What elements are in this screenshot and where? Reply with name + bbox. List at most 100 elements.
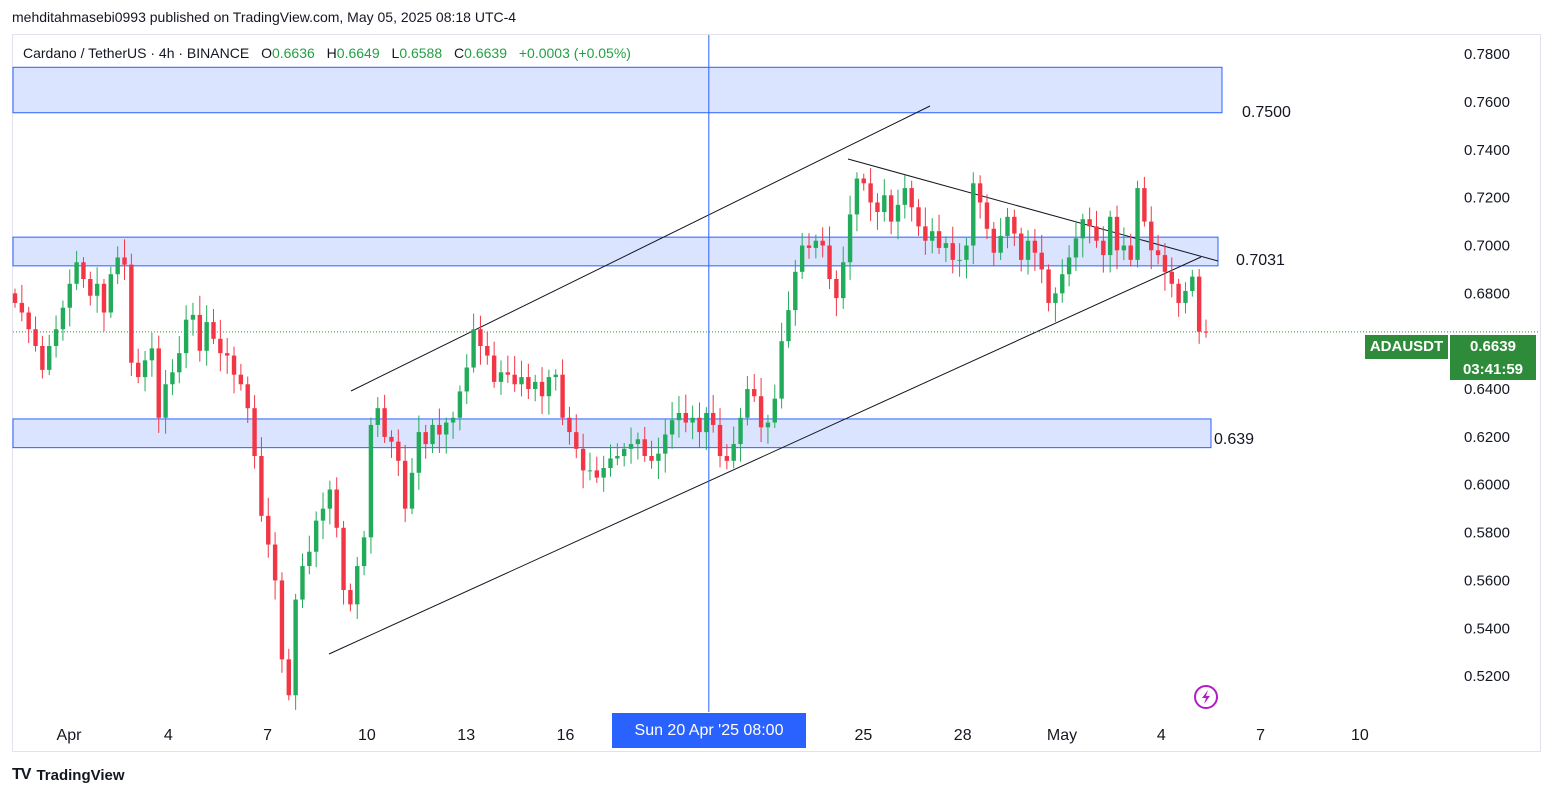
- candle: [854, 172, 860, 232]
- tradingview-logo-icon: TV: [12, 766, 31, 783]
- candle: [88, 271, 93, 306]
- candle: [211, 308, 216, 344]
- candle-body: [752, 389, 757, 397]
- candle: [300, 553, 305, 609]
- candle-body: [697, 417, 702, 433]
- candle-body: [47, 345, 52, 370]
- candle: [533, 374, 538, 402]
- candle: [1053, 287, 1058, 322]
- candle-body: [813, 240, 819, 248]
- bar-countdown: 03:41:59: [1462, 361, 1524, 378]
- candle-body: [1190, 276, 1195, 291]
- candle: [266, 497, 271, 558]
- candle-body: [1114, 216, 1120, 251]
- candle-body: [888, 195, 894, 222]
- change-value: +0.0003 (+0.05%): [518, 45, 631, 61]
- candle-body: [142, 360, 148, 378]
- candle-body: [382, 408, 387, 437]
- candle-body: [649, 456, 654, 461]
- candle: [224, 337, 230, 374]
- candle-body: [772, 398, 777, 423]
- level-label-upper: 0.7500: [1242, 104, 1291, 121]
- candle: [341, 520, 346, 605]
- candle: [498, 360, 504, 395]
- candle-body: [642, 439, 647, 457]
- candle: [355, 556, 360, 619]
- candle: [293, 593, 298, 710]
- price-tick-label: 0.7800: [1464, 46, 1510, 63]
- candle-body: [444, 422, 449, 435]
- candle-body: [136, 362, 141, 378]
- candle: [368, 417, 374, 554]
- candle-body: [786, 310, 791, 342]
- candle-body: [204, 322, 209, 351]
- candle-body: [197, 314, 203, 351]
- candle: [505, 355, 511, 383]
- candle-body: [485, 345, 490, 356]
- candle-body: [533, 381, 538, 390]
- last-price-value: 0.6639: [1470, 338, 1516, 355]
- candle-body: [94, 283, 100, 296]
- candle: [861, 173, 866, 191]
- symbol-title: Cardano / TetherUS · 4h · BINANCE: [23, 45, 250, 61]
- candle-body: [252, 408, 257, 457]
- candle: [786, 291, 791, 348]
- candle-body: [211, 322, 216, 339]
- price-tick-label: 0.7400: [1464, 142, 1510, 159]
- candle: [1135, 180, 1140, 268]
- candle: [1190, 269, 1195, 297]
- candle: [984, 194, 990, 240]
- candle-body: [1066, 257, 1072, 275]
- candle-body: [498, 372, 504, 382]
- candle-body: [950, 243, 955, 260]
- time-tick-label: 7: [1256, 727, 1265, 744]
- candle: [834, 270, 839, 317]
- candle-body: [286, 659, 291, 696]
- candle-body: [745, 389, 750, 418]
- candle-body: [1169, 271, 1174, 284]
- candle-body: [984, 202, 990, 229]
- candle: [259, 437, 264, 522]
- candle-body: [1060, 274, 1065, 294]
- candle-body: [656, 453, 661, 461]
- candle: [238, 363, 244, 391]
- candle-body: [998, 235, 1003, 253]
- candle: [53, 315, 59, 358]
- candle-body: [574, 432, 579, 449]
- level-label-lower: 0.639: [1214, 431, 1255, 448]
- candle-body: [430, 424, 435, 445]
- candle-body: [519, 377, 524, 385]
- candle-body: [841, 262, 846, 299]
- candle-body: [601, 467, 606, 478]
- candle-body: [334, 489, 339, 528]
- candle: [108, 266, 114, 318]
- candle: [745, 376, 750, 426]
- candle: [26, 306, 31, 344]
- candle: [882, 179, 887, 222]
- candle-body: [361, 537, 367, 567]
- candle-body: [1025, 240, 1031, 260]
- candle-body: [1128, 245, 1133, 260]
- candle: [553, 369, 558, 391]
- candle-body: [923, 226, 928, 241]
- candle-body: [491, 355, 497, 382]
- candle-body: [416, 432, 422, 473]
- candle: [142, 350, 148, 392]
- candle: [183, 305, 189, 369]
- brand-name: TradingView: [36, 766, 125, 784]
- candle: [204, 305, 209, 366]
- candle-body: [300, 566, 305, 600]
- chart-canvas[interactable]: 0.7800 0.7600 0.7400 0.7200 0.7000 0.6800 0.64…: [0, 0, 1554, 798]
- candle: [327, 480, 333, 525]
- candle-body: [1094, 226, 1099, 241]
- level-label-middle: 0.7031: [1236, 252, 1285, 269]
- candle: [197, 295, 203, 362]
- candle: [12, 288, 18, 308]
- candle-body: [704, 412, 709, 433]
- ohlc-legend: Cardano / TetherUS · 4h · BINANCE O0.663…: [23, 45, 631, 61]
- candle-body: [218, 338, 223, 354]
- time-tick-label: 4: [1157, 727, 1166, 744]
- candle: [471, 313, 476, 373]
- tradingview-logo[interactable]: TV TradingView: [12, 766, 125, 784]
- candle-body: [177, 353, 182, 373]
